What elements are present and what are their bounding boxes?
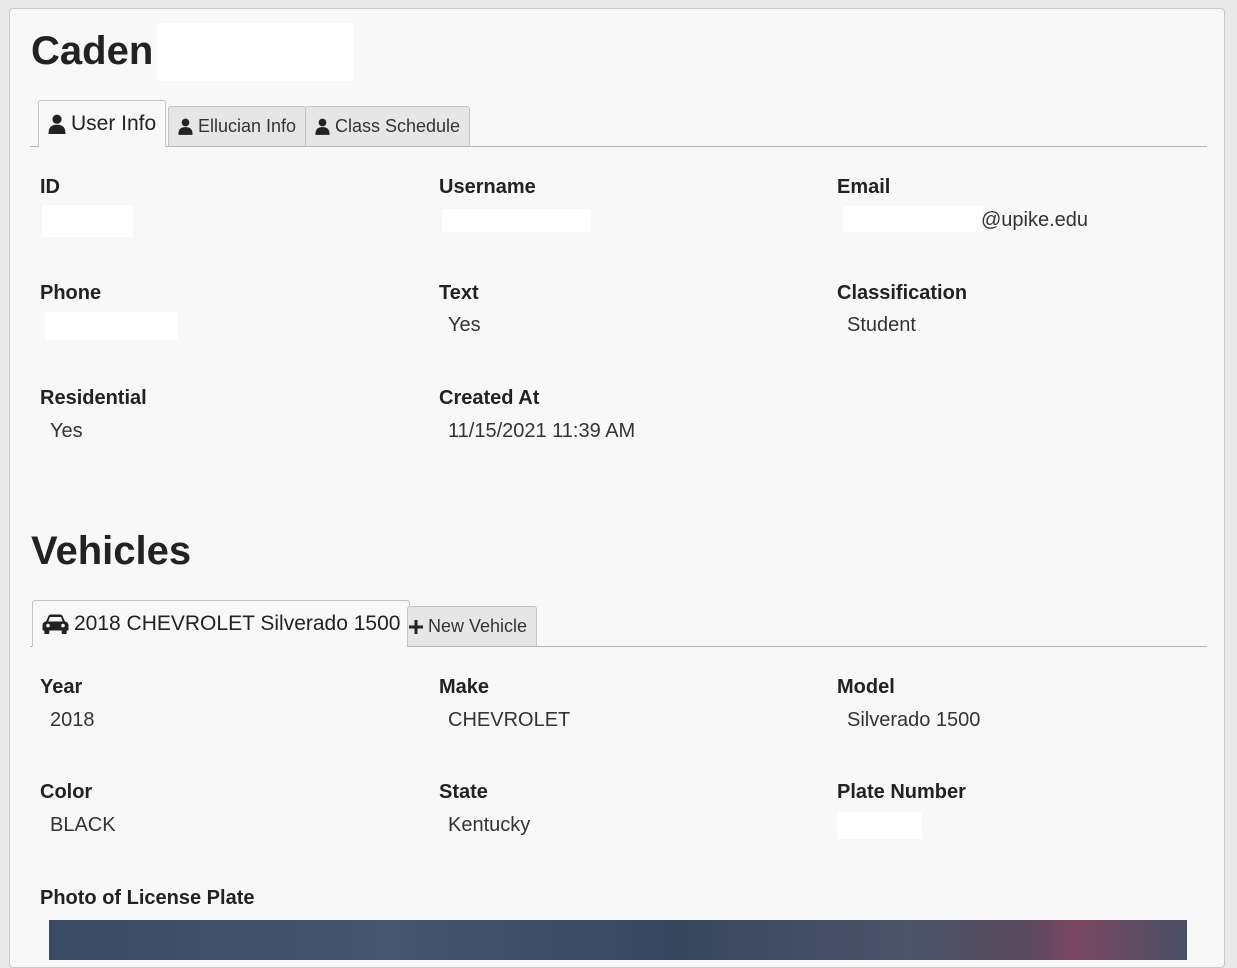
car-icon [42,614,69,634]
redacted-id-value [42,205,133,237]
tab-vehicle-label: 2018 CHEVROLET Silverado 1500 [74,611,401,635]
residential-value: Yes [50,420,83,442]
model-value: Silverado 1500 [847,709,981,731]
state-label: State [439,781,488,803]
redacted-last-name [157,23,354,81]
make-value: CHEVROLET [448,709,571,731]
year-value: 2018 [50,709,95,731]
year-label: Year [40,676,83,698]
text-value: Yes [448,314,481,336]
email-label: Email [837,176,891,198]
redacted-username-value [442,209,591,232]
residential-label: Residential [40,387,147,409]
redacted-email-user [843,206,983,232]
vehicle-tabs: 2018 CHEVROLET Silverado 1500 New Vehicl… [30,598,1207,647]
tab-class-schedule-label: Class Schedule [335,116,461,136]
tab-new-vehicle[interactable]: New Vehicle [407,606,538,647]
user-icon [178,118,193,135]
plate-number-label: Plate Number [837,781,966,803]
redacted-phone-value [45,312,178,340]
state-value: Kentucky [448,814,531,836]
tab-class-schedule[interactable]: Class Schedule [305,106,471,147]
email-domain: @upike.edu [981,209,1089,231]
make-label: Make [439,676,490,698]
tab-vehicle-2018-chevrolet[interactable]: 2018 CHEVROLET Silverado 1500 [32,600,411,647]
tab-user-info-label: User Info [71,111,157,135]
classification-label: Classification [837,282,968,304]
user-name-heading: Caden [31,27,153,75]
tab-user-info[interactable]: User Info [38,100,167,147]
color-value: BLACK [50,814,116,836]
tab-ellucian-info[interactable]: Ellucian Info [168,106,307,147]
classification-value: Student [847,314,916,336]
plus-icon [409,619,423,634]
user-first-name: Caden [31,29,154,73]
id-label: ID [40,176,60,198]
model-label: Model [837,676,895,698]
redacted-plate-number [837,812,922,839]
user-tabs: User Info Ellucian Info Class Schedule [30,98,1207,147]
tab-new-vehicle-label: New Vehicle [428,616,528,636]
vehicles-heading: Vehicles [31,529,192,573]
created-at-value: 11/15/2021 11:39 AM [448,420,636,442]
text-label: Text [439,282,479,304]
license-plate-photo [49,920,1187,960]
username-label: Username [439,176,536,198]
phone-label: Phone [40,282,102,304]
user-detail-panel: Caden User Info Ellucian Info Class Sche… [9,8,1225,968]
tab-ellucian-info-label: Ellucian Info [198,116,297,136]
color-label: Color [40,781,93,803]
user-icon [48,114,66,134]
created-at-label: Created At [439,387,540,409]
plate-photo-label: Photo of License Plate [40,887,255,909]
user-icon [315,118,330,135]
